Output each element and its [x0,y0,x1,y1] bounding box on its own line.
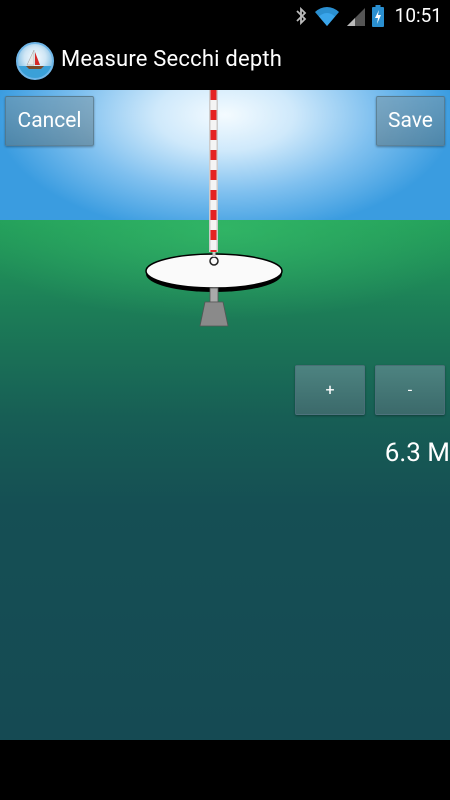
action-bar: Measure Secchi depth [0,33,450,90]
boat-icon [18,49,52,78]
decrease-depth-button[interactable]: - [375,365,445,415]
page-title: Measure Secchi depth [61,47,283,72]
screen: 10:51 Measure Secchi depth Cancel Save +… [0,0,450,800]
cancel-button[interactable]: Cancel [5,96,94,146]
save-button[interactable]: Save [376,96,445,146]
navigation-bar [0,740,450,800]
status-time: 10:51 [394,4,442,27]
secchi-app-icon[interactable] [16,42,54,80]
depth-readout: 6.3 M [384,438,450,468]
signal-icon [347,8,365,26]
secchi-disk [145,252,283,292]
status-bar: 10:51 [0,0,450,33]
measuring-rope [209,90,218,252]
bluetooth-icon [296,6,307,26]
wifi-icon [315,7,339,26]
increase-depth-button[interactable]: + [295,365,365,415]
status-icons [294,5,384,27]
battery-charging-icon [372,5,384,27]
disk-weight [199,287,229,327]
secchi-scene: Cancel Save + - 6.3 M [0,90,450,740]
